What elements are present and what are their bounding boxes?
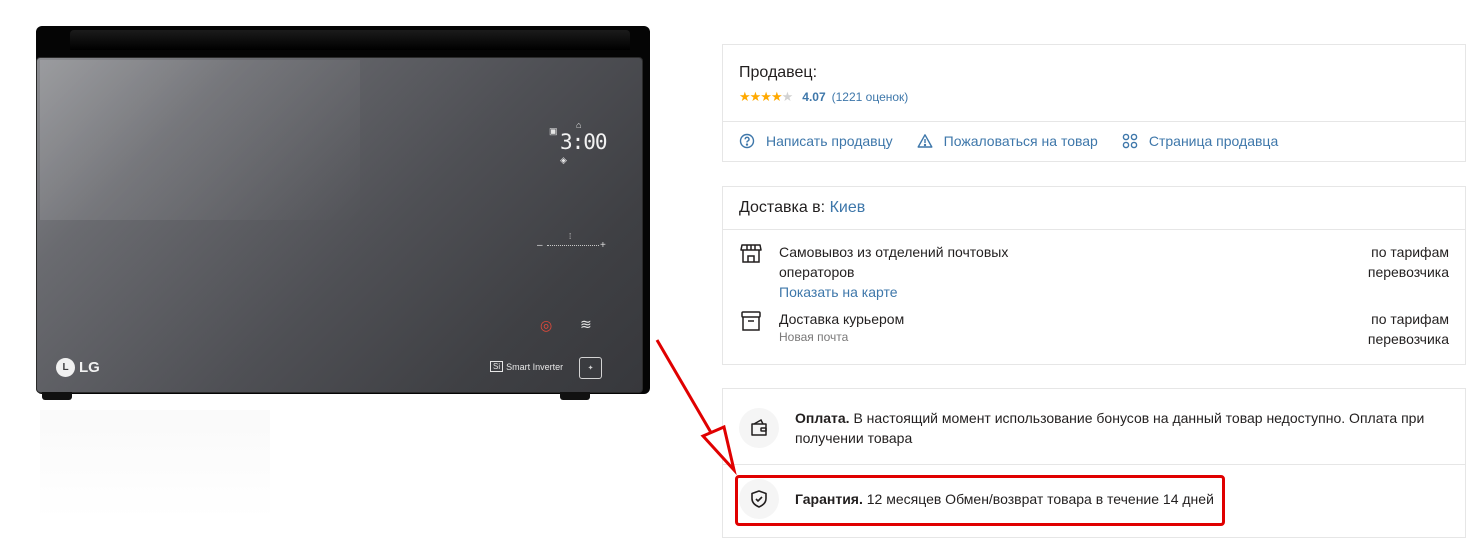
delivery-city-link[interactable]: Киев	[830, 199, 866, 216]
divider	[723, 121, 1465, 122]
lg-logo-text: LG	[79, 359, 100, 376]
courier-title: Доставка курьером	[779, 311, 905, 327]
store-icon	[740, 244, 762, 263]
lg-logo: L LG	[56, 358, 100, 377]
microwave-foot-right	[560, 392, 590, 400]
pickup-price: по тарифам перевозчика	[1367, 244, 1449, 280]
display-lock-icon: ⌂	[576, 120, 582, 130]
start-button-icon: ◎	[540, 317, 553, 333]
slider-track	[547, 245, 599, 246]
question-circle-icon	[739, 133, 755, 149]
microwave-foot-left	[42, 392, 72, 400]
product-reflection	[40, 410, 270, 520]
seller-links: Написать продавцу Пожаловаться на товар …	[739, 133, 1278, 149]
microwave-door-shine	[40, 60, 360, 220]
rating-count: (1221 оценок)	[831, 90, 909, 104]
payment-text: Оплата. В настоящий момент использование…	[795, 408, 1439, 448]
seller-page-link[interactable]: Страница продавца	[1122, 133, 1278, 149]
display-power-icon: ◈	[560, 155, 567, 165]
seller-card: Продавец: ★★★★★ 4.07 (1221 оценок) Напис…	[722, 44, 1466, 162]
delivery-title-prefix: Доставка в:	[739, 199, 826, 216]
delivery-card: Доставка в: Киев Самовывоз из отделений …	[722, 186, 1466, 365]
warning-triangle-icon	[917, 134, 933, 148]
control-slider: ⁞ – +	[537, 232, 607, 251]
divider	[723, 229, 1465, 230]
microwave-top-edge	[70, 30, 630, 50]
payment-row: Оплата. В настоящий момент использование…	[739, 408, 1439, 448]
slider-minus-icon: –	[537, 240, 543, 251]
warranty-badge-icon: ✦	[579, 357, 602, 379]
rating-value: 4.07	[802, 90, 826, 104]
show-on-map-link[interactable]: Показать на карте	[779, 282, 1039, 302]
courier-sub: Новая почта	[779, 330, 849, 344]
slider-marker-icon: ⁞	[569, 232, 572, 241]
divider	[723, 464, 1465, 465]
write-seller-label: Написать продавцу	[766, 133, 893, 149]
delivery-title: Доставка в: Киев	[739, 199, 865, 217]
microwave-display: 3:00	[560, 130, 608, 154]
defrost-button-icon: ≋	[580, 316, 592, 332]
complain-link[interactable]: Пожаловаться на товар	[917, 133, 1098, 149]
delivery-option-courier: Доставка курьером Новая почта по тарифам…	[739, 309, 1449, 353]
pickup-title: Самовывоз из отделений почтовых оператор…	[779, 244, 1009, 280]
payment-label: Оплата.	[795, 410, 850, 426]
display-mode-icon: ▣	[549, 126, 558, 136]
lg-logo-mark: L	[56, 358, 75, 377]
write-seller-link[interactable]: Написать продавцу	[739, 133, 893, 149]
delivery-option-pickup: Самовывоз из отделений почтовых оператор…	[739, 242, 1449, 302]
seller-title: Продавец:	[739, 64, 818, 81]
smart-inverter-badge: Si Smart Inverter	[490, 361, 563, 372]
warranty-highlight-box	[735, 475, 1225, 526]
seller-page-label: Страница продавца	[1148, 133, 1279, 149]
rating-stars-icon: ★★★★★	[739, 89, 793, 104]
seller-rating[interactable]: ★★★★★ 4.07 (1221 оценок)	[739, 89, 908, 105]
inverter-icon: Si	[490, 361, 504, 372]
courier-text: Доставка курьером Новая почта	[779, 309, 1039, 345]
inverter-label: Smart Inverter	[506, 361, 564, 372]
pickup-text: Самовывоз из отделений почтовых оператор…	[779, 242, 1039, 302]
wallet-icon	[739, 408, 779, 448]
courier-price: по тарифам перевозчика	[1367, 311, 1449, 347]
slider-plus-icon: +	[600, 240, 606, 251]
complain-label: Пожаловаться на товар	[943, 133, 1098, 149]
product-image: ▣ ⌂ 3:00 ◈ ⁞ – + ◎ ≋ L LG Si Smart Inver…	[0, 0, 700, 557]
box-icon	[741, 311, 761, 331]
payment-description: В настоящий момент использование бонусов…	[795, 410, 1425, 446]
grid-icon	[1122, 133, 1138, 149]
